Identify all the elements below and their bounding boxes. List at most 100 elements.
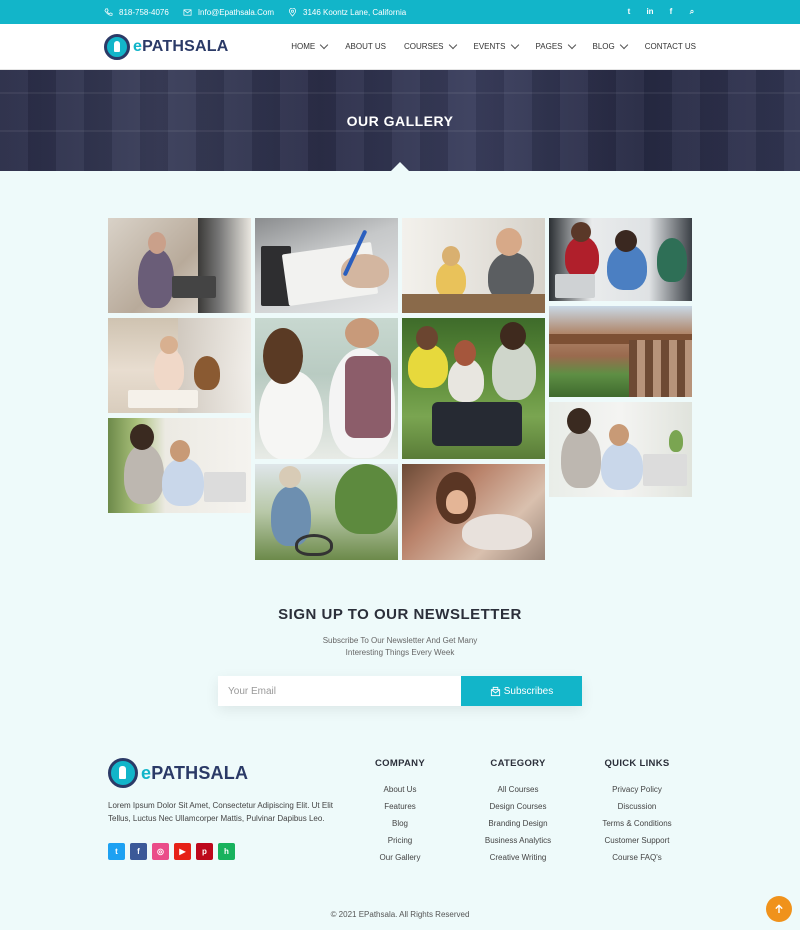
footer-link[interactable]: All Courses	[468, 781, 568, 798]
top-bar: 818-758-4076 Info@Epathsala.Com 3146 Koo…	[0, 0, 800, 24]
footer-description: Lorem Ipsum Dolor Sit Amet, Consectetur …	[108, 801, 333, 823]
gallery-image[interactable]	[255, 318, 398, 459]
nav-label: HOME	[291, 42, 316, 51]
newsletter-subtitle: Subscribe To Our Newsletter And Get Many…	[0, 635, 800, 659]
email-contact[interactable]: Info@Epathsala.Com	[183, 8, 274, 17]
logo-name: PATHSALA	[142, 37, 229, 55]
footer-link[interactable]: Privacy Policy	[587, 781, 687, 798]
houzz-icon[interactable]: h	[218, 843, 235, 860]
facebook-icon[interactable]: f	[667, 7, 675, 17]
footer-link[interactable]: Pricing	[350, 832, 450, 849]
footer-link[interactable]: Our Gallery	[350, 849, 450, 866]
footer-column-quick-links: QUICK LINKS Privacy Policy Discussion Te…	[587, 758, 687, 866]
nav-label: COURSES	[403, 42, 444, 51]
location-pin-icon	[288, 7, 297, 17]
footer-column-category: CATEGORY All Courses Design Courses Bran…	[468, 758, 568, 866]
address-text: 3146 Koontz Lane, California	[303, 7, 407, 17]
page-hero-banner: OUR GALLERY	[0, 70, 800, 171]
newsletter-subtitle-line: Subscribe To Our Newsletter And Get Many	[322, 636, 478, 645]
nav-contact-us[interactable]: CONTACT US	[645, 42, 696, 51]
nav-label: CONTACT US	[644, 42, 696, 51]
footer-link[interactable]: Design Courses	[468, 798, 568, 815]
gallery-image[interactable]	[255, 464, 398, 560]
logo-text: ePATHSALA	[133, 38, 228, 56]
footer-link[interactable]: Terms & Conditions	[587, 815, 687, 832]
chevron-down-icon	[619, 40, 628, 50]
footer-link[interactable]: Creative Writing	[468, 849, 568, 866]
gallery-image[interactable]	[108, 418, 251, 513]
page-title: OUR GALLERY	[346, 112, 454, 129]
footer-link[interactable]: Features	[350, 798, 450, 815]
gallery-image[interactable]	[549, 306, 692, 397]
newsletter-section: SIGN UP TO OUR NEWSLETTER Subscribe To O…	[0, 606, 800, 659]
gallery-image[interactable]	[402, 218, 545, 313]
main-header: ePATHSALA HOME ABOUT US COURSES EVENTS P…	[0, 24, 800, 70]
search-icon[interactable]: ⌕	[688, 7, 696, 17]
subscribe-label: Subscribes	[503, 685, 554, 697]
gallery-image[interactable]	[255, 218, 398, 313]
subscribe-icon	[490, 686, 500, 696]
nav-label: EVENTS	[473, 42, 506, 51]
gallery-image[interactable]	[402, 464, 545, 560]
hero-bg-shelf	[0, 130, 800, 132]
footer-link[interactable]: Course FAQ's	[587, 849, 687, 866]
footer-column-title: COMPANY	[375, 758, 425, 769]
nav-label: BLOG	[592, 42, 615, 51]
footer-social-links: t f ◎ ▶ p h	[108, 843, 338, 860]
back-to-top-button[interactable]	[766, 896, 792, 922]
nav-about-us[interactable]: ABOUT US	[345, 42, 386, 51]
facebook-icon[interactable]: f	[130, 843, 147, 860]
main-nav: HOME ABOUT US COURSES EVENTS PAGES BLOG …	[273, 40, 696, 51]
email-input[interactable]: Your Email	[218, 676, 461, 706]
logo-prefix: e	[141, 762, 152, 783]
gallery-image[interactable]	[108, 318, 251, 413]
twitter-icon[interactable]: t	[625, 7, 633, 17]
logo-name: PATHSALA	[151, 762, 249, 783]
newsletter-subtitle-line: Interesting Things Every Week	[345, 648, 455, 657]
gallery-image[interactable]	[549, 402, 692, 497]
nav-home[interactable]: HOME	[291, 40, 329, 51]
footer-logo[interactable]: ePATHSALA	[108, 758, 338, 788]
footer-link[interactable]: Blog	[350, 815, 450, 832]
logo-text: ePATHSALA	[141, 763, 248, 784]
dribbble-icon[interactable]: ◎	[152, 843, 169, 860]
site-logo[interactable]: ePATHSALA	[104, 33, 228, 60]
gallery-grid	[108, 218, 692, 560]
hero-notch	[390, 162, 410, 171]
nav-pages[interactable]: PAGES	[536, 40, 576, 51]
footer-link[interactable]: Discussion	[587, 798, 687, 815]
logo-emblem-icon	[108, 758, 138, 788]
gallery-image[interactable]	[549, 218, 692, 301]
footer-column-title: QUICK LINKS	[604, 758, 670, 769]
linkedin-icon[interactable]: in	[646, 7, 654, 17]
footer-link[interactable]: About Us	[350, 781, 450, 798]
footer-column-title: CATEGORY	[490, 758, 546, 769]
chevron-down-icon	[567, 40, 576, 50]
phone-contact[interactable]: 818-758-4076	[104, 8, 169, 17]
phone-icon	[104, 8, 113, 16]
hero-bg-shelf	[0, 92, 800, 94]
nav-blog[interactable]: BLOG	[592, 40, 628, 51]
footer-link[interactable]: Branding Design	[468, 815, 568, 832]
chevron-down-icon	[448, 40, 457, 50]
footer-link[interactable]: Business Analytics	[468, 832, 568, 849]
gallery-image[interactable]	[108, 218, 251, 313]
copyright-text: © 2021 EPathsala. All Rights Reserved	[330, 910, 470, 919]
footer-brand: ePATHSALA Lorem Ipsum Dolor Sit Amet, Co…	[108, 758, 338, 860]
subscribe-button[interactable]: Subscribes	[461, 676, 582, 706]
top-social-links: t in f ⌕	[625, 7, 696, 17]
gallery-image[interactable]	[402, 318, 545, 459]
chevron-down-icon	[510, 40, 519, 50]
newsletter-title: SIGN UP TO OUR NEWSLETTER	[278, 606, 522, 623]
nav-events[interactable]: EVENTS	[473, 40, 519, 51]
nav-label: ABOUT US	[345, 42, 386, 51]
twitter-icon[interactable]: t	[108, 843, 125, 860]
footer-link[interactable]: Customer Support	[587, 832, 687, 849]
email-address: Info@Epathsala.Com	[197, 7, 274, 17]
logo-prefix: e	[133, 37, 143, 55]
address-contact: 3146 Koontz Lane, California	[288, 7, 407, 17]
arrow-up-icon	[775, 904, 783, 913]
nav-courses[interactable]: COURSES	[403, 40, 457, 51]
pinterest-icon[interactable]: p	[196, 843, 213, 860]
youtube-icon[interactable]: ▶	[174, 843, 191, 860]
